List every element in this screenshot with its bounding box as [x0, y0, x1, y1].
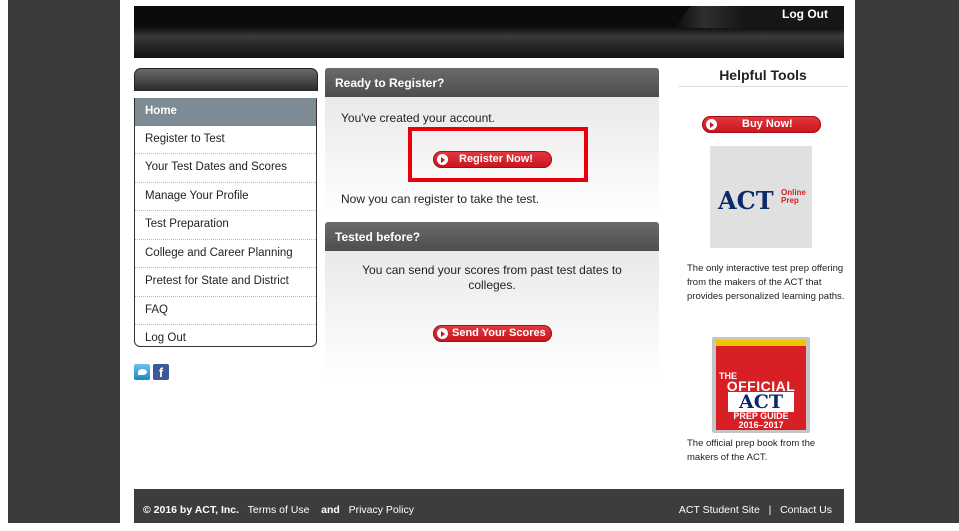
sidebar-item-manage-profile[interactable]: Manage Your Profile [135, 183, 316, 211]
register-now-label: Register Now! [459, 153, 533, 165]
act-online-prep-logo[interactable]: ACT Online Prep [710, 146, 812, 248]
footer-and-text: and [321, 504, 340, 516]
online-prep-description: The only interactive test prep offering … [687, 263, 845, 302]
sidebar-item-test-dates-scores[interactable]: Your Test Dates and Scores [135, 154, 316, 183]
sidebar-item-register-to-test[interactable]: Register to Test [135, 126, 316, 154]
send-scores-button[interactable]: Send Your Scores [433, 325, 552, 342]
book-cover-banner [716, 340, 806, 346]
left-gutter [8, 0, 120, 523]
helpful-tools-title: Helpful Tools [678, 67, 848, 87]
book-cover-act: ACT [728, 392, 794, 413]
register-followup-text: Now you can register to take the test. [341, 192, 540, 206]
book-cover: THE OFFICIAL ACT PREP GUIDE 2016–2017 [716, 340, 806, 430]
act-student-site-link[interactable]: ACT Student Site [679, 504, 760, 516]
book-description: The official prep book from the makers o… [687, 438, 816, 463]
header-logout-link[interactable]: Log Out [782, 7, 828, 21]
online-prep-label: Online Prep [781, 188, 806, 205]
send-scores-text: You can send your scores from past test … [362, 263, 622, 292]
buy-now-label: Buy Now! [742, 118, 793, 130]
sidebar-nav: Home Register to Test Your Test Dates an… [134, 98, 317, 347]
right-gutter [855, 0, 959, 523]
facebook-icon[interactable]: f [153, 364, 169, 380]
privacy-policy-link[interactable]: Privacy Policy [349, 504, 414, 516]
play-circle-icon [437, 154, 448, 165]
register-now-button[interactable]: Register Now! [433, 151, 552, 168]
social-links: f [134, 364, 172, 382]
play-circle-icon [437, 328, 448, 339]
page-container: Log Out Home Register to Test Your Test … [120, 0, 855, 523]
sidebar-item-home[interactable]: Home [135, 98, 316, 126]
tested-panel: You can send your scores from past test … [325, 251, 659, 381]
contact-us-link[interactable]: Contact Us [780, 504, 832, 516]
register-panel-title: Ready to Register? [325, 68, 659, 97]
footer-separator: | [768, 504, 772, 516]
account-created-text: You've created your account. [341, 111, 495, 125]
nav-header-bar [134, 68, 318, 91]
site-header: Log Out [134, 6, 844, 58]
sidebar-item-pretest[interactable]: Pretest for State and District [135, 268, 316, 297]
terms-of-use-link[interactable]: Terms of Use [248, 504, 310, 516]
sidebar-item-test-preparation[interactable]: Test Preparation [135, 211, 316, 240]
play-circle-icon [706, 119, 717, 130]
twitter-icon[interactable] [134, 364, 150, 380]
footer-right: ACT Student Site | Contact Us [679, 489, 832, 531]
send-scores-label: Send Your Scores [452, 327, 546, 339]
site-footer: © 2016 by ACT, Inc. Terms of Use and Pri… [134, 489, 844, 523]
official-prep-guide-book[interactable]: THE OFFICIAL ACT PREP GUIDE 2016–2017 [712, 337, 810, 433]
sidebar-item-logout[interactable]: Log Out [135, 325, 316, 346]
sidebar-item-faq[interactable]: FAQ [135, 297, 316, 325]
sidebar-item-college-career[interactable]: College and Career Planning [135, 240, 316, 268]
act-logo-text: ACT [718, 186, 774, 215]
tested-panel-title: Tested before? [325, 222, 659, 251]
footer-left: © 2016 by ACT, Inc. Terms of Use and Pri… [143, 489, 414, 531]
copyright-text: © 2016 by ACT, Inc. [143, 504, 240, 516]
buy-now-button[interactable]: Buy Now! [702, 116, 821, 133]
book-cover-guide: PREP GUIDE 2016–2017 [733, 411, 789, 430]
